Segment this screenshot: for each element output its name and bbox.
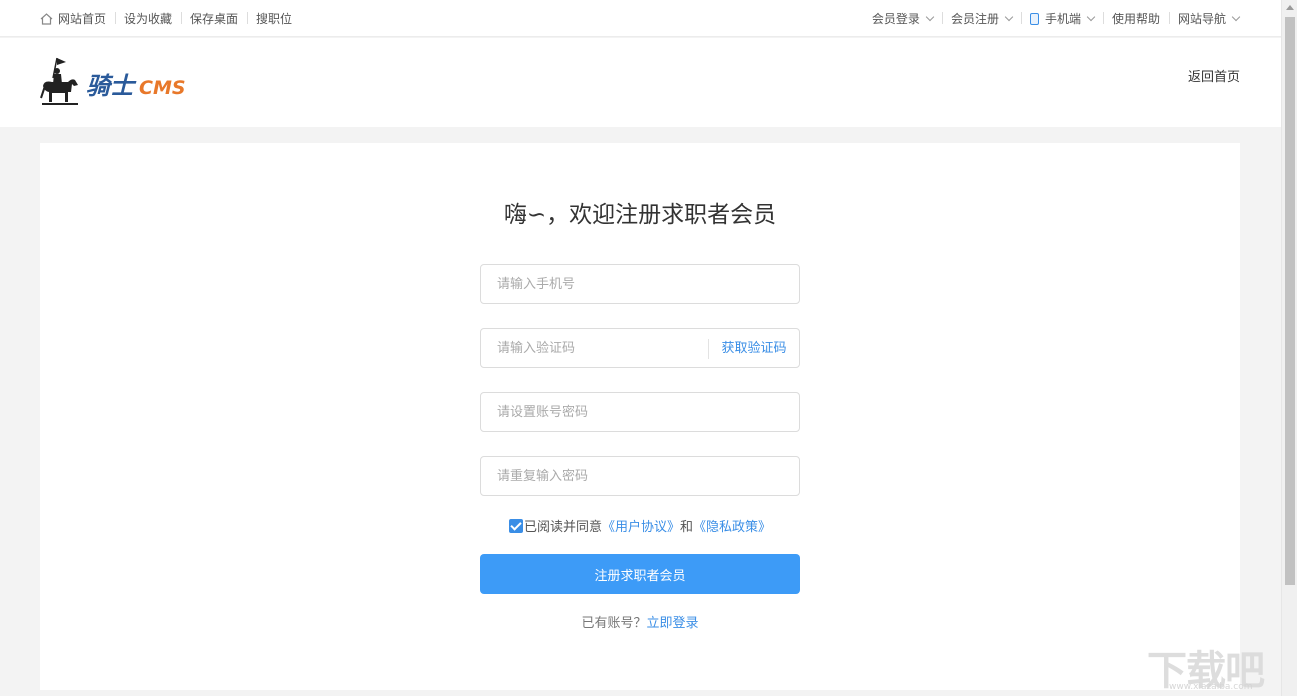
login-prompt: 已有账号？立即登录 [40, 612, 1240, 631]
phone-field [480, 264, 800, 304]
password-field [480, 392, 800, 432]
knight-logo-icon: 骑士 CMS [40, 57, 186, 105]
page-scrollbar[interactable] [1281, 0, 1297, 696]
register-submit-button[interactable]: 注册求职者会员 [480, 554, 800, 594]
watermark-url: www.xiazaiba.com [1169, 682, 1253, 692]
back-home-link[interactable]: 返回首页 [1188, 66, 1240, 85]
member-login-menu[interactable]: 会员登录 [863, 10, 942, 27]
chevron-down-icon [1004, 12, 1014, 21]
mobile-phone-icon [1029, 12, 1039, 25]
add-favorite-link[interactable]: 设为收藏 [115, 10, 181, 27]
agree-checkbox[interactable] [508, 518, 523, 533]
top-bar-right: 会员登录 会员注册 手机端 使用帮助 网站导航 [863, 0, 1241, 37]
member-register-label: 会员注册 [950, 12, 999, 26]
site-nav-label: 网站导航 [1177, 12, 1226, 26]
save-desktop-label: 保存桌面 [190, 12, 239, 26]
site-home-label: 网站首页 [58, 12, 107, 26]
chevron-down-icon [1086, 12, 1096, 21]
top-bar: 网站首页 设为收藏 保存桌面 搜职位 会员登录 会员注册 手机端 使用帮助 网站… [0, 0, 1281, 37]
help-label: 使用帮助 [1111, 12, 1160, 26]
home-icon [40, 12, 53, 25]
add-favorite-label: 设为收藏 [124, 12, 173, 26]
agree-prefix-text: 已阅读并同意 [523, 520, 602, 535]
privacy-policy-link[interactable]: 《隐私政策》 [693, 516, 771, 535]
site-watermark: 下载吧 www.xiazaiba.com [1147, 638, 1277, 694]
has-account-text: 已有账号？ [581, 616, 647, 631]
mobile-menu[interactable]: 手机端 [1020, 10, 1103, 27]
password-input[interactable] [481, 393, 799, 431]
logo-main-text: 骑士 [86, 72, 137, 100]
login-now-link[interactable]: 立即登录 [647, 616, 699, 631]
help-link[interactable]: 使用帮助 [1102, 10, 1169, 27]
scroll-thumb[interactable] [1285, 17, 1295, 585]
site-header: 骑士 CMS 返回首页 [0, 38, 1281, 127]
code-input[interactable] [481, 329, 709, 367]
page-title: 嗨∽，欢迎注册求职者会员 [503, 202, 777, 228]
site-logo[interactable]: 骑士 CMS [38, 54, 190, 112]
save-desktop-link[interactable]: 保存桌面 [181, 10, 247, 27]
logo-sub-text: CMS [139, 77, 186, 99]
search-jobs-label: 搜职位 [256, 12, 293, 26]
member-register-menu[interactable]: 会员注册 [941, 10, 1021, 27]
get-code-button[interactable]: 获取验证码 [708, 339, 799, 359]
member-login-label: 会员登录 [871, 12, 920, 26]
user-agreement-link[interactable]: 《用户协议》 [602, 516, 680, 535]
search-jobs-link[interactable]: 搜职位 [247, 10, 301, 27]
top-bar-left: 网站首页 设为收藏 保存桌面 搜职位 [40, 0, 301, 37]
agree-and-text: 和 [680, 520, 694, 535]
chevron-down-icon [925, 12, 935, 21]
site-nav-menu[interactable]: 网站导航 [1168, 10, 1241, 27]
repeat-password-field [480, 456, 800, 496]
mobile-label: 手机端 [1044, 12, 1081, 26]
register-card: 嗨∽，欢迎注册求职者会员 获取验证码 已阅读并同意 《用户协议》 和 《隐私政策… [40, 143, 1240, 690]
site-home-link[interactable]: 网站首页 [40, 10, 115, 27]
scroll-up-arrow-icon[interactable] [1286, 5, 1294, 10]
phone-input[interactable] [481, 265, 799, 303]
code-field: 获取验证码 [480, 328, 800, 368]
repeat-password-input[interactable] [481, 457, 799, 495]
chevron-down-icon [1231, 12, 1241, 21]
agreement-row: 已阅读并同意 《用户协议》 和 《隐私政策》 [40, 516, 1240, 535]
